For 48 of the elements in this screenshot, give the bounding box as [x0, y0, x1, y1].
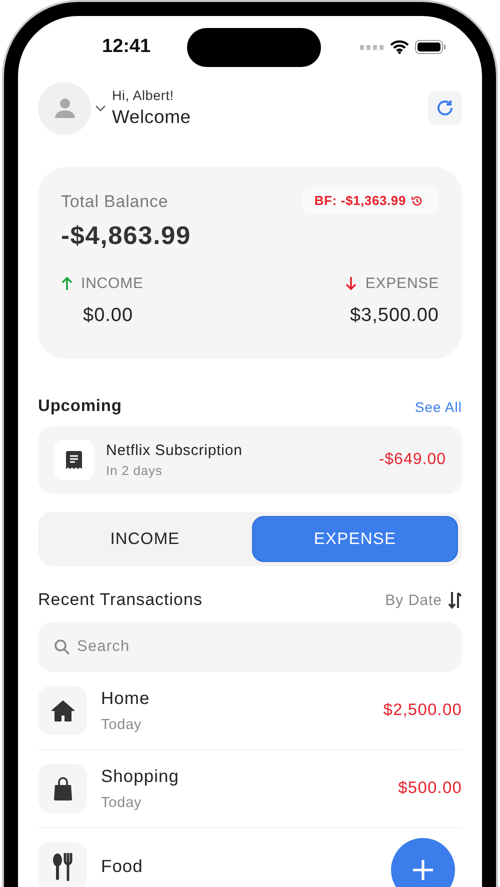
- type-tab[interactable]: EXPENSE: [252, 516, 458, 562]
- section-title: Upcoming: [38, 397, 122, 416]
- see-all-link[interactable]: See All: [414, 398, 462, 414]
- shopping-bag-icon: [52, 776, 72, 800]
- upcoming-item[interactable]: Netflix Subscription In 2 days -$649.00: [38, 426, 462, 494]
- search-icon: [54, 639, 70, 655]
- battery-icon: [415, 40, 446, 54]
- plus-icon: [412, 859, 434, 881]
- refresh-button[interactable]: [428, 91, 462, 125]
- sort-label[interactable]: By Date: [385, 592, 442, 608]
- total-balance-label: Total Balance: [61, 192, 168, 212]
- type-tab[interactable]: INCOME: [42, 516, 248, 562]
- expense-amount: $3,500.00: [350, 305, 439, 327]
- refresh-icon: [435, 98, 455, 118]
- house-icon: [50, 700, 74, 722]
- arrow-down-icon: [345, 276, 358, 291]
- section-title: Recent Transactions: [38, 590, 202, 610]
- signal-icon: [360, 44, 384, 50]
- income-amount: $0.00: [83, 305, 134, 327]
- category-name: Home: [101, 688, 150, 709]
- receipt-icon: [65, 450, 83, 470]
- welcome-title: Welcome: [112, 106, 191, 128]
- arrow-up-icon: [61, 276, 73, 291]
- status-time: 12:41: [102, 36, 151, 58]
- search-field[interactable]: Search: [38, 622, 462, 672]
- transaction-date: Today: [101, 795, 143, 811]
- income-label: INCOME: [81, 275, 144, 292]
- transaction-row[interactable]: Home Today $2,500.00: [38, 672, 462, 750]
- expense-label: EXPENSE: [365, 275, 439, 292]
- sort-icon[interactable]: [448, 591, 462, 609]
- greeting: Hi, Albert!: [112, 88, 175, 103]
- history-icon: [411, 194, 423, 206]
- category-name: Food: [101, 856, 143, 877]
- transaction-amount: $2,500.00: [383, 701, 462, 720]
- item-amount: -$649.00: [378, 451, 446, 469]
- transaction-row[interactable]: Shopping Today $500.00: [38, 750, 462, 828]
- add-button[interactable]: [391, 838, 455, 887]
- total-balance-amount: -$4,863.99: [61, 222, 192, 251]
- fork-knife-icon: [52, 852, 74, 880]
- wifi-icon: [390, 40, 409, 54]
- category-name: Shopping: [101, 766, 179, 787]
- due-date: In 2 days: [106, 463, 164, 478]
- chevron-down-icon[interactable]: [95, 104, 106, 112]
- transaction-amount: $500.00: [398, 779, 462, 798]
- brought-forward-badge[interactable]: BF: -$1,363.99: [302, 187, 439, 214]
- item-name: Netflix Subscription: [106, 442, 242, 459]
- person-icon: [52, 96, 76, 120]
- transaction-date: Today: [101, 717, 143, 733]
